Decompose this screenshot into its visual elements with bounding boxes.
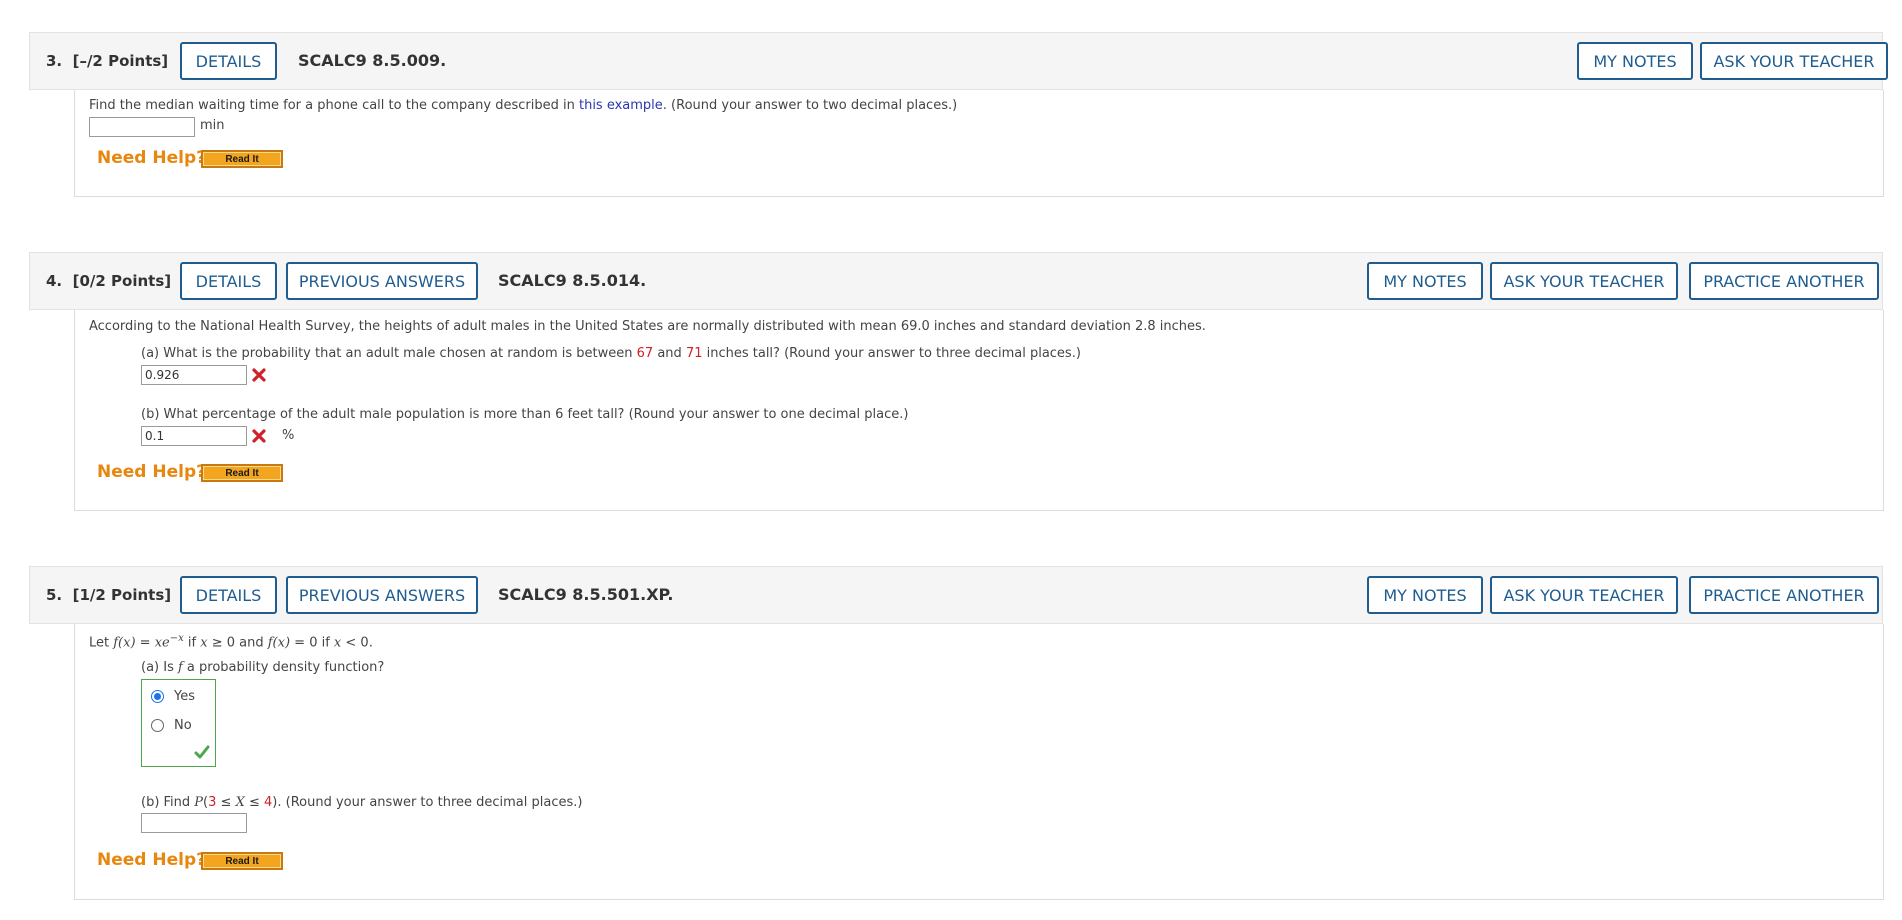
correct-check-icon: [194, 745, 210, 759]
question-code: SCALC9 8.5.014.: [498, 271, 647, 290]
question-3-prompt: Find the median waiting time for a phone…: [89, 98, 958, 113]
part-a-prompt: (a) What is the probability that an adul…: [141, 346, 1081, 361]
unit-label: min: [200, 118, 225, 133]
question-3-header: 3. [–/2 Points] DETAILS SCALC9 8.5.009. …: [29, 32, 1888, 90]
read-it-button[interactable]: Read It: [201, 852, 283, 870]
previous-answers-button[interactable]: PREVIOUS ANSWERS: [286, 262, 478, 300]
ask-teacher-button[interactable]: ASK YOUR TEACHER: [1490, 576, 1678, 614]
question-number: 3. [–/2 Points]: [46, 52, 169, 70]
question-code: SCALC9 8.5.501.XP.: [498, 585, 674, 604]
example-link[interactable]: this example: [579, 98, 663, 113]
question-number: 5. [1/2 Points]: [46, 586, 172, 604]
no-radio[interactable]: [151, 719, 164, 732]
part-b-prompt: (b) Find P(3 ≤ X ≤ 4). (Round your answe…: [141, 795, 583, 810]
yes-label: Yes: [174, 689, 195, 704]
need-help-label: Need Help?: [97, 850, 206, 870]
my-notes-button[interactable]: MY NOTES: [1367, 576, 1483, 614]
details-button[interactable]: DETAILS: [180, 576, 277, 614]
previous-answers-button[interactable]: PREVIOUS ANSWERS: [286, 576, 478, 614]
pdf-answer-group: Yes No: [141, 679, 216, 767]
my-notes-button[interactable]: MY NOTES: [1577, 42, 1693, 80]
ask-teacher-button[interactable]: ASK YOUR TEACHER: [1490, 262, 1678, 300]
read-it-button[interactable]: Read It: [201, 464, 283, 482]
no-label: No: [174, 718, 192, 733]
practice-another-button[interactable]: PRACTICE ANOTHER: [1689, 262, 1879, 300]
part-b-answer-input[interactable]: [141, 426, 247, 446]
part-b-prompt: (b) What percentage of the adult male po…: [141, 407, 909, 422]
question-4-intro: According to the National Health Survey,…: [89, 319, 1206, 334]
question-number: 4. [0/2 Points]: [46, 272, 172, 290]
question-5-header: 5. [1/2 Points] DETAILS PREVIOUS ANSWERS…: [29, 566, 1883, 624]
ask-teacher-button[interactable]: ASK YOUR TEACHER: [1700, 42, 1888, 80]
need-help-label: Need Help?: [97, 462, 206, 482]
my-notes-button[interactable]: MY NOTES: [1367, 262, 1483, 300]
percent-unit-label: %: [282, 428, 295, 443]
incorrect-x-icon: [252, 429, 266, 443]
part-a-answer-input[interactable]: [141, 365, 247, 385]
need-help-label: Need Help?: [97, 148, 206, 168]
incorrect-x-icon: [252, 368, 266, 382]
yes-radio[interactable]: [151, 690, 164, 703]
question-code: SCALC9 8.5.009.: [298, 51, 447, 70]
median-answer-input[interactable]: [89, 117, 195, 137]
part-a-prompt: (a) Is f a probability density function?: [141, 660, 385, 675]
read-it-button[interactable]: Read It: [201, 150, 283, 168]
details-button[interactable]: DETAILS: [180, 42, 277, 80]
part-b-answer-input[interactable]: [141, 813, 247, 833]
details-button[interactable]: DETAILS: [180, 262, 277, 300]
practice-another-button[interactable]: PRACTICE ANOTHER: [1689, 576, 1879, 614]
function-definition: Let f(x) = xe−x if x ≥ 0 and f(x) = 0 if…: [89, 633, 373, 651]
question-4-header: 4. [0/2 Points] DETAILS PREVIOUS ANSWERS…: [29, 252, 1883, 310]
